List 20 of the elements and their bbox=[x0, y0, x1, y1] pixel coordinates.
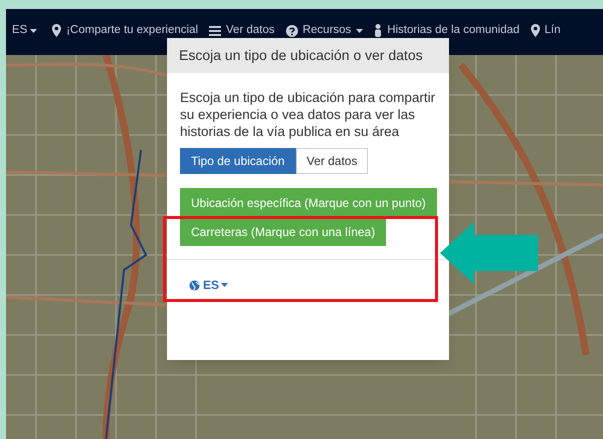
person-icon bbox=[374, 24, 382, 38]
nav-link[interactable]: Historias de la comunidad bbox=[374, 22, 520, 40]
language-dropdown[interactable]: ES bbox=[12, 22, 38, 40]
tab[interactable]: Tipo de ubicación bbox=[180, 148, 296, 174]
pointer-arrow-icon bbox=[440, 222, 538, 284]
caret-icon bbox=[221, 283, 228, 287]
tab[interactable]: Ver datos bbox=[296, 148, 368, 174]
nav-link[interactable]: Ver datos bbox=[209, 22, 275, 40]
caret-icon bbox=[30, 28, 38, 33]
location-pin-icon bbox=[52, 24, 62, 38]
nav-link[interactable]: ¡Comparte tu experiencial bbox=[52, 22, 198, 40]
language-dropdown[interactable]: ES bbox=[203, 276, 228, 294]
modal-title: Escoja un tipo de ubicación o ver datos bbox=[179, 46, 424, 65]
list-icon bbox=[209, 26, 222, 36]
globe-icon bbox=[189, 280, 200, 290]
nav-link[interactable]: Recursos bbox=[286, 22, 364, 40]
location-pin-icon bbox=[530, 24, 540, 38]
help-icon bbox=[286, 24, 298, 37]
modal-description: Escoja un tipo de ubicación para compartir su experiencia o vea datos para ver las historias de la vía publica en su área bbox=[180, 89, 436, 140]
nav-link[interactable]: Lín bbox=[530, 22, 561, 40]
